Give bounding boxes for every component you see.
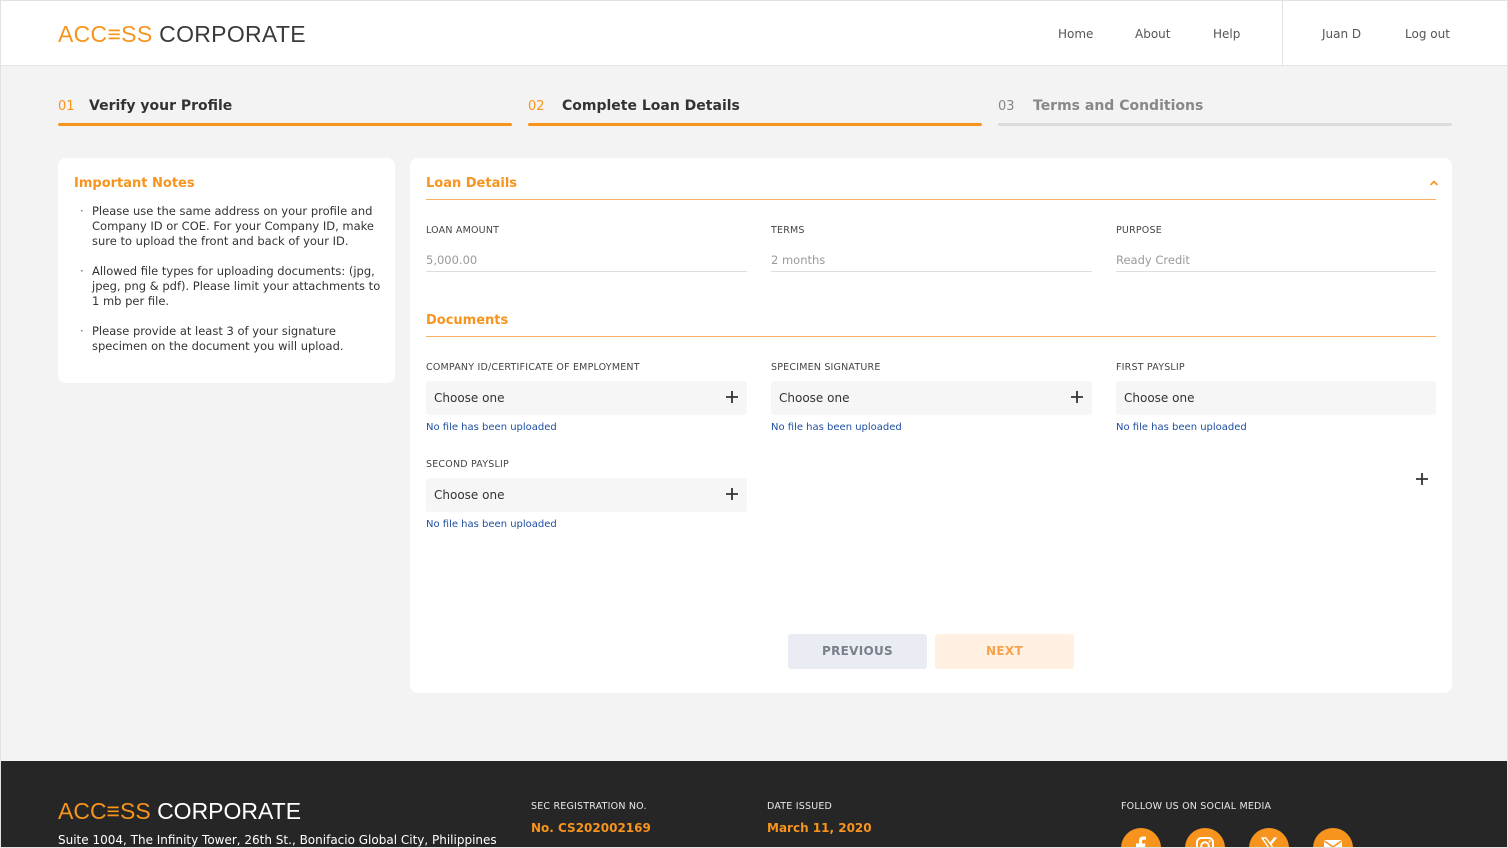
facebook-icon[interactable] — [1121, 828, 1161, 847]
second-payslip-upload-status[interactable]: No file has been uploaded — [426, 519, 557, 530]
site-footer: ACC≡SS CORPORATE Suite 1004, The Infinit… — [1, 761, 1507, 847]
upload-select-text: Choose one — [434, 488, 505, 502]
first-payslip-upload-select[interactable]: Choose one — [1116, 381, 1436, 415]
date-issued-value: March 11, 2020 — [767, 821, 872, 835]
nav-divider — [1282, 1, 1283, 66]
plus-icon[interactable] — [725, 487, 739, 501]
specimen-signature-label: SPECIMEN SIGNATURE — [771, 362, 881, 373]
step-number: 01 — [58, 99, 75, 114]
loan-form-card: Loan Details LOAN AMOUNT 5,000.00 TERMS … — [410, 158, 1452, 693]
important-notes-card: Important Notes Please use the same addr… — [58, 158, 395, 383]
top-header: ACC≡SS CORPORATE Home About Help Juan D … — [1, 1, 1507, 66]
step-number: 03 — [998, 99, 1015, 114]
second-payslip-label: SECOND PAYSLIP — [426, 459, 509, 470]
loan-amount-underline — [426, 271, 747, 272]
specimen-signature-upload-status[interactable]: No file has been uploaded — [771, 422, 902, 433]
terms-underline — [771, 271, 1092, 272]
step-label: Complete Loan Details — [562, 98, 740, 114]
terms-value[interactable]: 2 months — [771, 253, 825, 267]
upload-select-text: Choose one — [434, 391, 505, 405]
instagram-icon[interactable] — [1185, 828, 1225, 847]
note-item: Please provide at least 3 of your signat… — [74, 324, 384, 354]
step-label: Terms and Conditions — [1033, 98, 1204, 114]
loan-details-title: Loan Details — [426, 176, 518, 191]
notes-title: Important Notes — [74, 176, 195, 191]
terms-label: TERMS — [771, 225, 805, 236]
step-terms-conditions[interactable]: 03 Terms and Conditions — [998, 98, 1452, 128]
sec-registration-value: No. CS202002169 — [531, 821, 651, 835]
step-progress-bar — [998, 123, 1452, 126]
footer-logo-corporate: CORPORATE — [157, 798, 302, 824]
chevron-up-icon[interactable] — [1427, 176, 1441, 190]
brand-logo-corporate: CORPORATE — [159, 21, 306, 47]
brand-logo-access: ACC≡SS — [58, 21, 153, 47]
step-label: Verify your Profile — [89, 98, 233, 114]
date-issued-label: DATE ISSUED — [767, 801, 833, 812]
sec-registration-label: SEC REGISTRATION NO. — [531, 801, 647, 812]
social-media-label: FOLLOW US ON SOCIAL MEDIA — [1121, 801, 1272, 812]
next-button[interactable]: NEXT — [935, 634, 1074, 669]
loan-amount-value[interactable]: 5,000.00 — [426, 253, 477, 267]
documents-title: Documents — [426, 313, 509, 328]
plus-icon[interactable] — [1415, 472, 1429, 486]
step-loan-details[interactable]: 02 Complete Loan Details — [528, 98, 982, 128]
note-item: Please use the same address on your prof… — [74, 204, 384, 249]
user-name-link[interactable]: Juan D — [1322, 27, 1361, 41]
purpose-underline — [1116, 271, 1436, 272]
nav-home-link[interactable]: Home — [1058, 27, 1093, 41]
nav-help-link[interactable]: Help — [1213, 27, 1240, 41]
footer-logo[interactable]: ACC≡SS CORPORATE — [58, 797, 301, 825]
step-verify-profile[interactable]: 01 Verify your Profile — [58, 98, 512, 128]
brand-logo[interactable]: ACC≡SS CORPORATE — [58, 20, 306, 48]
logout-link[interactable]: Log out — [1405, 27, 1450, 41]
nav-about-link[interactable]: About — [1135, 27, 1170, 41]
purpose-label: PURPOSE — [1116, 225, 1162, 236]
step-progress-bar — [58, 123, 512, 126]
step-number: 02 — [528, 99, 545, 114]
documents-divider — [426, 336, 1436, 337]
specimen-signature-upload-select[interactable]: Choose one — [771, 381, 1092, 415]
first-payslip-label: FIRST PAYSLIP — [1116, 362, 1185, 373]
second-payslip-upload-select[interactable]: Choose one — [426, 478, 747, 512]
app-window: ACC≡SS CORPORATE Home About Help Juan D … — [0, 0, 1508, 848]
company-id-label: COMPANY ID/CERTIFICATE OF EMPLOYMENT — [426, 362, 640, 373]
footer-logo-access: ACC≡SS — [58, 798, 151, 824]
purpose-value[interactable]: Ready Credit — [1116, 253, 1190, 267]
upload-select-text: Choose one — [779, 391, 850, 405]
email-icon[interactable] — [1313, 828, 1353, 847]
first-payslip-upload-status[interactable]: No file has been uploaded — [1116, 422, 1247, 433]
note-item: Allowed file types for uploading documen… — [74, 264, 384, 309]
previous-button[interactable]: PREVIOUS — [788, 634, 927, 669]
plus-icon[interactable] — [1070, 390, 1084, 404]
step-progress-bar — [528, 123, 982, 126]
loan-details-divider — [426, 199, 1436, 200]
notes-list: Please use the same address on your prof… — [74, 204, 384, 369]
upload-select-text: Choose one — [1124, 391, 1195, 405]
x-icon[interactable] — [1249, 828, 1289, 847]
company-id-upload-status[interactable]: No file has been uploaded — [426, 422, 557, 433]
footer-address: Suite 1004, The Infinity Tower, 26th St.… — [58, 833, 497, 847]
company-id-upload-select[interactable]: Choose one — [426, 381, 747, 415]
plus-icon[interactable] — [725, 390, 739, 404]
loan-amount-label: LOAN AMOUNT — [426, 225, 500, 236]
